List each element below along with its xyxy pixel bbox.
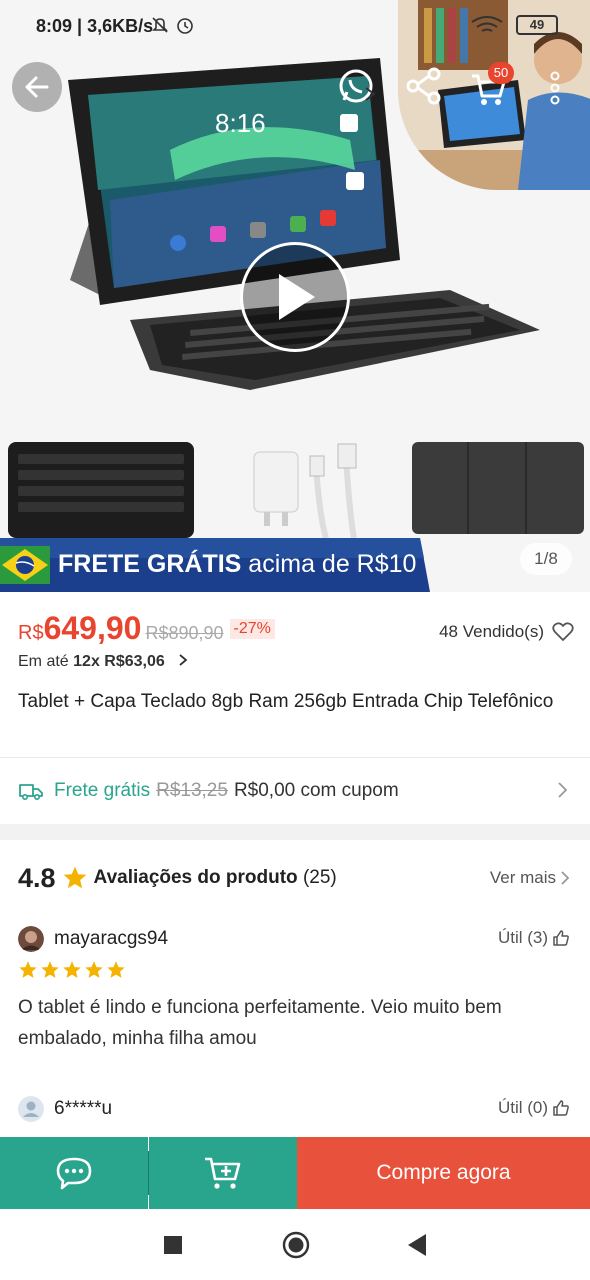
star-icon [63,961,81,978]
divider [0,757,590,758]
sold-count-text: 48 Vendido(s) [439,622,544,641]
see-more-reviews-link[interactable]: Ver mais [490,868,570,888]
shipping-label: Frete grátis [54,780,151,801]
play-icon [279,274,315,320]
price-value: 649,90 [43,610,142,646]
whatsapp-icon [339,69,376,103]
thumbs-up-icon [553,930,569,946]
product-title: Tablet + Capa Teclado 8gb Ram 256gb Entr… [18,691,554,712]
reviews-header: 4.8 Avaliações do produto (25) Ver mais [18,860,574,896]
reviews-title: Avaliações do produto (25) [94,867,337,889]
back-button[interactable] [12,62,62,112]
share-button[interactable] [402,64,446,108]
image-counter: 1/8 [520,543,572,575]
system-nav-bar [0,1209,590,1280]
rating-score: 4.8 [18,862,56,893]
wifi-icon [471,16,503,32]
star-icon [63,866,86,889]
see-more-label: Ver mais [489,868,556,887]
chevron-right-icon [179,654,188,666]
star-icon [19,961,37,978]
recent-apps-icon[interactable] [163,1235,183,1255]
more-vertical-icon [550,71,560,105]
price-currency: R$ [18,622,44,644]
status-bar: 8:09 | 3,6KB/s 49 [0,0,590,52]
heart-icon[interactable] [552,622,574,642]
review-username: 6*****u [54,1098,113,1119]
add-to-cart-icon [205,1157,241,1189]
bottom-action-bar: Compre agora [0,1137,590,1209]
review-stars [18,960,574,980]
review-username: mayaracgs94 [54,928,169,949]
review-item: 6*****u Útil (0) [18,1094,574,1124]
battery-icon: 49 [516,15,558,35]
thumbnail-charger[interactable] [236,438,376,538]
useful-count: Útil (0) [497,1098,548,1117]
home-icon[interactable] [282,1231,310,1259]
shipping-coupon: R$0,00 com cupom [233,780,399,801]
avatar [18,926,44,952]
useful-button[interactable]: Útil (3) [498,928,570,948]
truck-icon [19,784,43,801]
shipping-row[interactable]: Frete grátis R$13,25 R$0,00 com cupom [18,777,574,805]
review-text: O tablet é lindo e funciona perfeitament… [18,997,502,1049]
reviews-label: Avaliações do produto [93,867,298,888]
whatsapp-share-button[interactable] [334,64,378,108]
thumbnail-cover[interactable] [408,438,588,538]
installments-prefix: Em até [18,653,74,670]
useful-button[interactable]: Útil (0) [498,1098,570,1118]
play-video-button[interactable] [240,242,350,352]
sold-count: 48 Vendido(s) [439,622,574,642]
buy-now-button[interactable]: Compre agora [297,1137,590,1209]
reviews-count: (25) [302,867,337,888]
star-icon [107,961,125,978]
chevron-right-icon [561,871,570,885]
screen-clock: 8:16 [215,108,266,138]
share-icon [406,67,441,105]
chat-icon [56,1157,92,1190]
price-original: R$890,90 [145,623,224,643]
chevron-right-icon [558,782,568,798]
free-shipping-rest: acima de R$10 [241,550,417,578]
discount-badge: -27% [229,619,275,639]
add-to-cart-button[interactable] [149,1137,297,1209]
product-gallery[interactable]: 8:16 8:09 | 3,6KB/s 49 50 FRETE GRÁTIS a… [0,0,590,592]
free-shipping-bold: FRETE GRÁTIS [58,550,242,578]
star-icon [41,961,59,978]
review-item: mayaracgs94 Útil (3) O tablet é lindo e … [18,924,574,1054]
installments-value: 12x R$63,06 [73,653,165,670]
free-shipping-text: FRETE GRÁTIS acima de R$10 [58,550,416,579]
back-nav-icon[interactable] [406,1233,428,1257]
notification-icons [152,17,193,34]
thumbs-up-icon [553,1100,569,1116]
section-separator [0,824,590,840]
more-menu-button[interactable] [540,66,570,110]
thumbnail-keyboard[interactable] [6,438,196,538]
thumbnail-strip [0,438,590,538]
shipping-original: R$13,25 [156,780,228,801]
status-time: 8:09 | 3,6KB/s [36,16,154,36]
avatar-placeholder-icon [18,1096,44,1122]
useful-count: Útil (3) [497,928,548,947]
cart-count-badge: 50 [488,62,514,84]
installments-link[interactable]: Em até 12x R$63,06 [18,653,189,671]
star-icon [85,961,103,978]
arrow-left-icon [25,76,49,98]
price-row: R$649,90 R$890,90 -27% 48 Vendido(s) [18,610,574,650]
chat-button[interactable] [0,1137,148,1209]
